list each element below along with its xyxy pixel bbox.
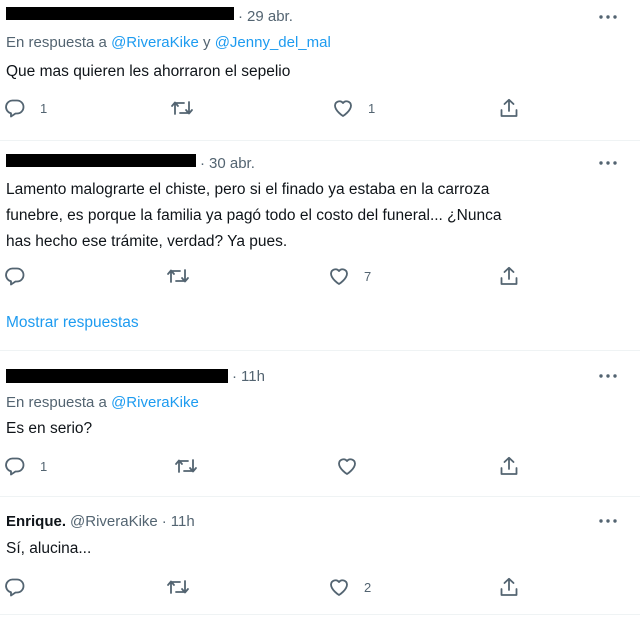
tweet-time[interactable]: 29 abr. <box>247 8 293 25</box>
time-separator: · <box>238 7 243 25</box>
reply-icon <box>4 266 26 286</box>
author-handle[interactable]: @RiveraKike <box>70 513 158 530</box>
reply-icon <box>4 98 26 118</box>
tweet-time[interactable]: 30 abr. <box>209 155 255 172</box>
tweet-time[interactable]: 11h <box>171 513 195 530</box>
tweet-header: · 29 abr. <box>6 6 293 26</box>
reply-joiner: y <box>203 34 211 51</box>
redacted-name <box>6 6 234 20</box>
retweet-icon <box>166 266 190 286</box>
more-icon[interactable] <box>598 512 618 530</box>
like-button[interactable]: 2 <box>328 577 371 597</box>
tweet-2[interactable]: · 30 abr. Lamento malograrte el chiste, … <box>0 141 640 350</box>
reply-button[interactable]: 1 <box>4 456 47 476</box>
show-replies-link[interactable]: Mostrar respuestas <box>6 314 139 332</box>
tweet-text: Es en serio? <box>6 420 93 437</box>
reply-prefix: En respuesta a <box>6 394 107 411</box>
tweet-header: · 30 abr. <box>6 153 255 173</box>
like-button[interactable]: 1 <box>332 98 375 118</box>
like-count: 7 <box>364 268 372 284</box>
like-count: 2 <box>364 579 372 595</box>
tweet-1[interactable]: · 29 abr. En respuesta a @RiveraKike y @… <box>0 0 640 140</box>
share-button[interactable] <box>498 98 520 118</box>
reply-handle-link[interactable]: @Jenny_del_mal <box>215 34 331 51</box>
tweet-text-line: Lamento malograrte el chiste, pero si el… <box>6 181 490 198</box>
reply-context: En respuesta a @RiveraKike <box>6 394 199 411</box>
more-icon[interactable] <box>598 154 618 172</box>
like-icon <box>336 456 358 476</box>
tweet-text: Sí, alucina... <box>6 540 92 557</box>
more-icon[interactable] <box>598 8 618 26</box>
share-button[interactable] <box>498 266 520 286</box>
tweet-text-line: has hecho ese trámite, verdad? Ya pues. <box>6 233 288 250</box>
share-icon <box>498 98 520 118</box>
like-count: 1 <box>368 100 376 116</box>
like-icon <box>328 266 350 286</box>
reply-context: En respuesta a @RiveraKike y @Jenny_del_… <box>6 34 331 51</box>
retweet-button[interactable] <box>166 577 190 597</box>
time-separator: · <box>161 512 167 530</box>
tweet-actions: 1 1 <box>0 98 640 120</box>
share-icon <box>498 577 520 597</box>
tweet-3[interactable]: · 11h En respuesta a @RiveraKike Es en s… <box>0 351 640 496</box>
retweet-button[interactable] <box>166 266 190 286</box>
like-icon <box>332 98 354 118</box>
share-icon <box>498 266 520 286</box>
like-icon <box>328 577 350 597</box>
reply-icon <box>4 577 26 597</box>
retweet-icon <box>170 98 194 118</box>
retweet-icon <box>166 577 190 597</box>
redacted-name <box>6 154 196 167</box>
retweet-icon <box>174 456 198 476</box>
tweet-4[interactable]: Enrique. @RiveraKike · 11h Sí, alucina..… <box>0 497 640 621</box>
reply-prefix: En respuesta a <box>6 34 107 51</box>
reply-handle-link[interactable]: @RiveraKike <box>111 394 199 411</box>
retweet-button[interactable] <box>170 98 194 118</box>
time-separator: · <box>232 367 237 385</box>
time-separator: · <box>200 154 205 172</box>
like-button[interactable] <box>336 456 372 476</box>
author-name[interactable]: Enrique. <box>6 513 66 530</box>
tweet-text-line: funebre, es porque la familia ya pagó to… <box>6 207 502 224</box>
tweet-header: · 11h <box>6 366 265 386</box>
retweet-button[interactable] <box>174 456 198 476</box>
more-icon[interactable] <box>598 367 618 385</box>
tweet-text: Lamento malograrte el chiste, pero si el… <box>6 177 624 255</box>
tweet-time[interactable]: 11h <box>241 368 265 385</box>
tweet-actions: 7 <box>0 266 640 288</box>
tweet-actions: 2 <box>0 577 640 599</box>
like-button[interactable]: 7 <box>328 266 371 286</box>
tweet-text: Que mas quieren les ahorraron el sepelio <box>6 63 291 80</box>
tweet-header: Enrique. @RiveraKike · 11h <box>6 511 195 531</box>
reply-button[interactable] <box>4 266 40 286</box>
redacted-name <box>6 369 228 383</box>
reply-handle-link[interactable]: @RiveraKike <box>111 34 199 51</box>
reply-count: 1 <box>40 100 48 116</box>
share-button[interactable] <box>498 456 520 476</box>
reply-button[interactable] <box>4 577 40 597</box>
share-button[interactable] <box>498 577 520 597</box>
share-icon <box>498 456 520 476</box>
reply-count: 1 <box>40 458 48 474</box>
divider <box>0 614 640 615</box>
reply-button[interactable]: 1 <box>4 98 47 118</box>
tweet-actions: 1 <box>0 456 640 478</box>
reply-icon <box>4 456 26 476</box>
